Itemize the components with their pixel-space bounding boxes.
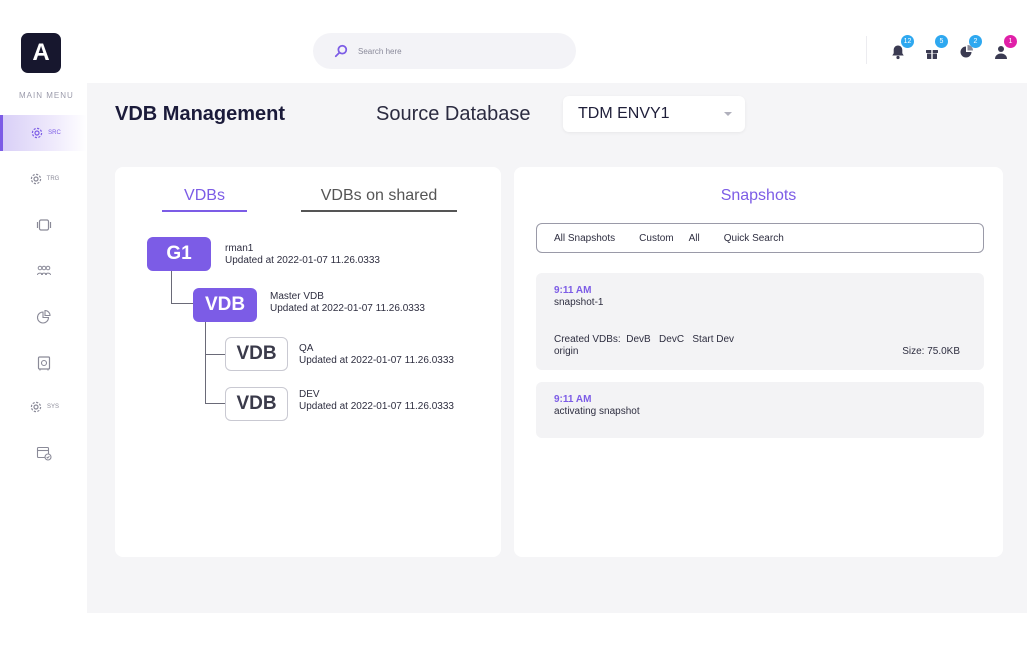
snapshot-filter-bar: All Snapshots Custom All Quick Search [536, 223, 984, 253]
tree-node-name: Master VDB [270, 291, 324, 302]
main-content: VDB Management Source Database TDM ENVY1… [87, 83, 1027, 613]
snapshot-created-vdbs: Created VDBs: DevB DevC Start Dev [554, 334, 735, 345]
tree-node-badge[interactable]: VDB [193, 288, 257, 322]
tree-node-info: QA Updated at 2022-01-07 11.26.0333 [299, 343, 454, 367]
sidebar-item-sys[interactable]: SYS [0, 389, 87, 425]
page-title: VDB Management [115, 103, 286, 125]
snapshot-origin: origin [554, 346, 579, 357]
search-icon [334, 44, 348, 58]
tree-node-badge[interactable]: VDB [225, 387, 288, 421]
tree-node-badge[interactable]: VDB [225, 337, 288, 371]
users-icon [36, 265, 51, 276]
tree-node-updated: Updated at 2022-01-07 11.26.0333 [270, 303, 425, 314]
gifts-button[interactable]: 5 [924, 35, 948, 60]
pie-chart-icon [36, 309, 51, 324]
tree-node-info: Master VDB Updated at 2022-01-07 11.26.0… [270, 291, 425, 315]
tree-node-updated: Updated at 2022-01-07 11.26.0333 [225, 255, 380, 266]
app-logo[interactable]: A [21, 33, 61, 73]
search-bar[interactable] [313, 33, 576, 69]
safe-icon [37, 356, 50, 371]
snapshot-card[interactable]: 9:11 AM snapshot-1 Created VDBs: DevB De… [536, 273, 984, 370]
sidebar-item-vault[interactable] [0, 345, 87, 381]
tree-connector [205, 321, 225, 355]
notifications-button[interactable]: 12 [890, 35, 914, 60]
reports-count-badge: 2 [969, 35, 982, 48]
tree-node-updated: Updated at 2022-01-07 11.26.0333 [299, 401, 454, 412]
sidebar-item-devices[interactable] [0, 207, 87, 243]
sidebar-item-trg[interactable]: TRG [0, 161, 87, 197]
tree-node-name: rman1 [225, 243, 254, 254]
filter-all[interactable]: All [689, 233, 700, 244]
source-database-select[interactable]: TDM ENVY1 [563, 96, 745, 132]
tree-node-name: QA [299, 343, 314, 354]
reports-button[interactable]: 2 [958, 35, 982, 60]
sidebar-item-label: SRC [48, 130, 61, 136]
header-divider [866, 36, 867, 64]
notification-count-badge: 12 [901, 35, 914, 48]
sidebar-item-users[interactable] [0, 253, 87, 289]
gear-icon [30, 401, 42, 413]
tab-vdbs-on-shared[interactable]: VDBs on shared [301, 187, 457, 212]
sidebar-item-schedule[interactable] [0, 435, 87, 471]
tree-node-badge[interactable]: G1 [147, 237, 211, 271]
tree-node-updated: Updated at 2022-01-07 11.26.0333 [299, 355, 454, 366]
snapshot-name: snapshot-1 [554, 297, 604, 308]
tree-node-name: DEV [299, 389, 320, 400]
tree-node-info: DEV Updated at 2022-01-07 11.26.0333 [299, 389, 454, 413]
filter-all-snapshots[interactable]: All Snapshots [554, 233, 615, 244]
source-database-label: Source Database [376, 103, 531, 125]
snapshot-card[interactable]: 9:11 AM activating snapshot [536, 382, 984, 438]
sidebar-item-label: SYS [46, 404, 59, 410]
search-input[interactable] [358, 46, 558, 56]
gift-count-badge: 5 [935, 35, 948, 48]
vdb-tree-panel: VDBs VDBs on shared G1 rman1 Updated at … [115, 167, 501, 557]
sidebar-item-src[interactable]: SRC [0, 115, 87, 151]
tree-node-info: rman1 Updated at 2022-01-07 11.26.0333 [225, 243, 380, 267]
tablet-icon [36, 219, 51, 231]
filter-quick-search[interactable]: Quick Search [724, 233, 784, 244]
sidebar: MAIN MENU SRC TRG SYS [0, 83, 87, 613]
sidebar-item-label: TRG [46, 176, 60, 182]
source-database-value: TDM ENVY1 [578, 105, 670, 122]
snapshots-panel: Snapshots All Snapshots Custom All Quick… [514, 167, 1003, 557]
snapshot-name: activating snapshot [554, 406, 640, 417]
chevron-down-icon [724, 112, 732, 116]
main-menu-title: MAIN MENU [19, 91, 74, 100]
tree-connector [205, 355, 225, 404]
calendar-check-icon [36, 446, 52, 461]
sidebar-item-analytics[interactable] [0, 299, 87, 335]
profile-count-badge: 1 [1004, 35, 1017, 48]
snapshots-title: Snapshots [720, 187, 797, 204]
snapshot-time: 9:11 AM [554, 394, 592, 405]
gear-icon [30, 173, 41, 185]
profile-button[interactable]: 1 [993, 35, 1017, 60]
tree-connector [171, 271, 193, 304]
filter-custom[interactable]: Custom [639, 233, 673, 244]
gear-icon [31, 127, 43, 139]
app-window: A 12 5 2 1 [0, 0, 1027, 660]
snapshot-time: 9:11 AM [554, 285, 592, 296]
tab-vdbs[interactable]: VDBs [162, 187, 247, 212]
snapshot-size: Size: 75.0KB [902, 346, 960, 357]
